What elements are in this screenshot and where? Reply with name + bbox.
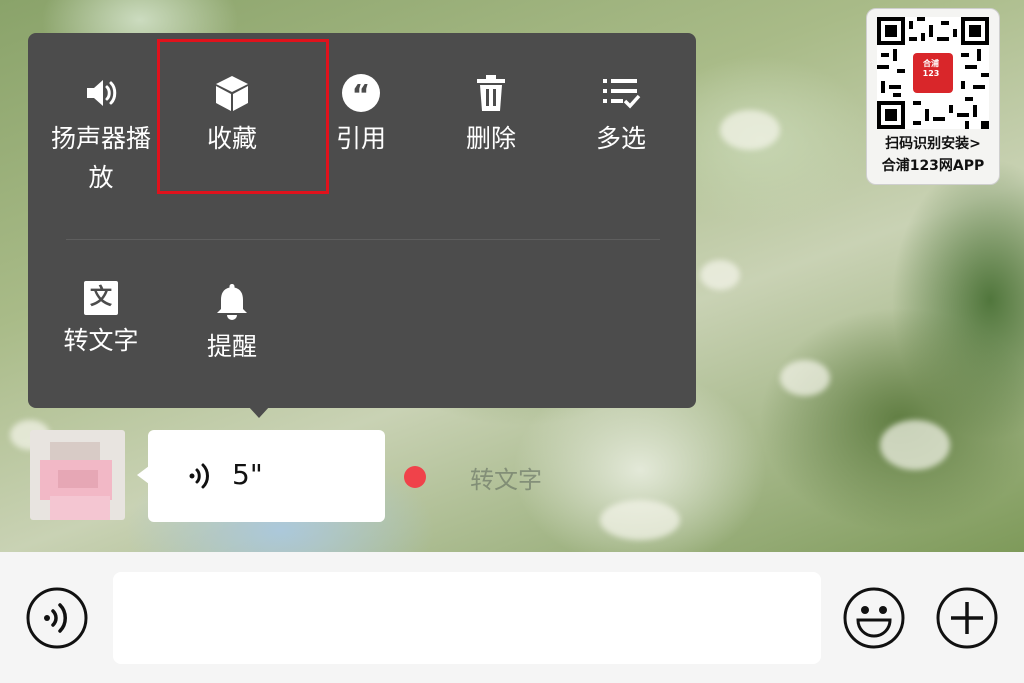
- menu-item-label: 转文字: [63, 326, 139, 355]
- menu-item-convert-text[interactable]: 文 转文字: [36, 281, 166, 360]
- menu-item-label: 扬声器播 放: [50, 124, 151, 192]
- voice-wave-icon: [189, 463, 209, 489]
- qr-caption-line1: 扫码识别安装>: [885, 136, 981, 152]
- menu-item-label: 删除: [465, 124, 516, 153]
- menu-item-multiselect[interactable]: 多选: [556, 73, 686, 158]
- qr-logo-text: 合浦 123: [922, 59, 940, 78]
- quote-icon: “: [342, 74, 380, 112]
- menu-item-label: 多选: [595, 124, 646, 153]
- voice-input-icon[interactable]: [25, 586, 89, 650]
- text-icon: 文: [84, 281, 118, 315]
- convert-text-hint: 转文字: [470, 466, 542, 494]
- multiselect-icon: [603, 79, 641, 109]
- message-input[interactable]: [113, 572, 821, 664]
- qr-code: 合浦 123: [877, 17, 989, 129]
- menu-item-remind[interactable]: 提醒: [167, 281, 297, 366]
- svg-text:“: “: [352, 78, 370, 111]
- message-context-menu: 扬声器播 放 收藏 “ 引用 删除 多选 文 转文字 提醒: [28, 33, 696, 408]
- qr-caption-line2: 合浦123网APP: [881, 158, 985, 174]
- menu-pointer-arrow: [248, 406, 270, 418]
- qr-badge[interactable]: 合浦 123 扫码识别安装> 合浦123网APP: [866, 8, 1000, 185]
- menu-item-speaker-play[interactable]: 扬声器播 放: [36, 73, 166, 197]
- unread-dot: [404, 466, 426, 488]
- avatar[interactable]: [30, 430, 125, 520]
- bell-icon: [217, 284, 247, 320]
- voice-duration: 5": [232, 458, 263, 491]
- speaker-icon: [87, 80, 117, 106]
- highlight-annotation-box: [157, 39, 329, 194]
- trash-icon: [477, 75, 505, 111]
- voice-message-bubble[interactable]: [148, 430, 385, 522]
- menu-divider: [66, 239, 660, 240]
- emoji-icon[interactable]: [842, 586, 906, 650]
- menu-item-delete[interactable]: 删除: [426, 73, 556, 158]
- plus-icon[interactable]: [935, 586, 999, 650]
- menu-item-label: 提醒: [206, 332, 257, 361]
